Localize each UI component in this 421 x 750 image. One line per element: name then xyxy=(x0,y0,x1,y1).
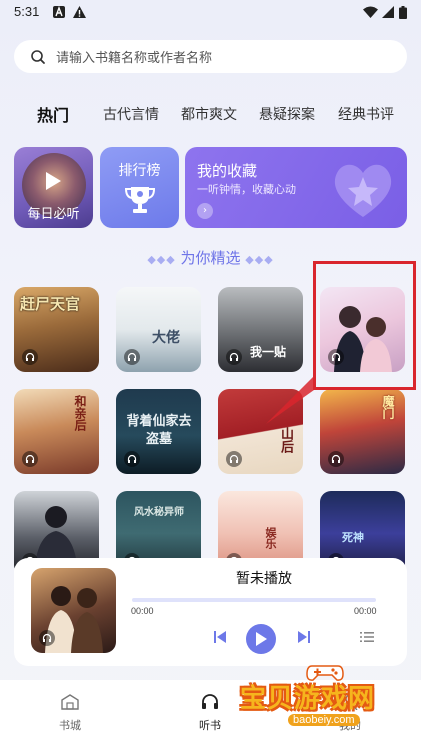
headphones-icon xyxy=(39,630,55,646)
favorites-card[interactable]: 我的收藏 一听钟情，收藏心动 › xyxy=(185,147,407,228)
tab-classic-reviews[interactable]: 经典书评 xyxy=(338,104,394,124)
player-cover[interactable] xyxy=(31,568,116,653)
player-progress-bar[interactable] xyxy=(132,598,376,602)
player-time-current: 00:00 xyxy=(131,606,154,616)
nav-bookstore[interactable]: 书城 xyxy=(40,694,100,733)
player-time-total: 00:00 xyxy=(354,606,377,616)
daily-listen-card[interactable]: 每日必听 xyxy=(14,147,93,228)
book-cover[interactable]: 我一贴 xyxy=(218,287,303,372)
wifi-icon xyxy=(363,6,378,18)
headphones-icon xyxy=(226,451,242,467)
section-title: ◆◆◆ 为你精选 ◆◆◆ xyxy=(0,247,421,268)
tab-hot[interactable]: 热门 xyxy=(37,102,69,126)
headphones-icon xyxy=(202,694,218,709)
book-cover[interactable]: 大佬 xyxy=(116,287,201,372)
book-cover-title: 死神 xyxy=(342,531,364,544)
daily-listen-label: 每日必听 xyxy=(27,207,80,222)
heart-star-decoration-icon xyxy=(334,164,392,217)
book-cover-title: 魔门 xyxy=(381,395,395,419)
search-bar[interactable]: 请输入书籍名称或作者名称 xyxy=(14,40,407,73)
favorites-title: 我的收藏 xyxy=(197,162,258,180)
book-cover-title: 风水秘异师 xyxy=(134,507,184,518)
tab-mystery[interactable]: 悬疑探案 xyxy=(259,104,315,124)
watermark-text: 宝贝游戏网 xyxy=(240,684,376,714)
headphones-icon xyxy=(226,349,242,365)
nav-listen[interactable]: 听书 xyxy=(180,694,240,733)
book-cover-title: 大佬 xyxy=(152,330,180,346)
headphones-icon xyxy=(328,451,344,467)
tab-urban[interactable]: 都市爽文 xyxy=(181,104,237,124)
headphones-icon xyxy=(22,349,38,365)
book-cover[interactable]: 山后 xyxy=(218,389,303,474)
search-placeholder: 请输入书籍名称或作者名称 xyxy=(56,51,213,66)
book-cover-title: 和亲后 xyxy=(73,395,87,431)
play-icon xyxy=(46,172,61,190)
arrow-right-icon[interactable]: › xyxy=(197,203,213,219)
book-cover[interactable]: 赶尸天官 xyxy=(14,287,99,372)
previous-track-icon[interactable] xyxy=(213,630,227,644)
notification-a-icon xyxy=(53,6,65,18)
signal-icon xyxy=(382,6,394,18)
ranking-card[interactable]: 排行榜 xyxy=(100,147,179,228)
book-cover[interactable]: 魔门 xyxy=(320,389,405,474)
status-bar: 5:31 xyxy=(0,0,421,26)
tab-ancient-romance[interactable]: 古代言情 xyxy=(103,104,159,124)
book-cover-title: 赶尸天官 xyxy=(20,295,81,313)
bookstore-icon xyxy=(61,694,79,710)
trophy-icon xyxy=(124,187,156,213)
book-cover-title: 娱乐 xyxy=(264,527,277,549)
book-cover[interactable]: 和亲后 xyxy=(14,389,99,474)
book-cover[interactable]: 背着仙家去盗墓 xyxy=(116,389,201,474)
player-title: 暂未播放 xyxy=(236,571,292,587)
section-title-text: 为你精选 xyxy=(180,249,241,267)
headphones-icon xyxy=(328,349,344,365)
nav-bookstore-label: 书城 xyxy=(59,719,81,732)
watermark-logo: 宝贝游戏网 baobeiy.com xyxy=(240,665,410,734)
diamond-decoration-icon: ◆◆◆ xyxy=(245,253,274,266)
battery-icon xyxy=(399,6,407,19)
headphones-icon xyxy=(124,349,140,365)
mini-player[interactable]: 暂未播放 00:00 00:00 xyxy=(14,558,407,666)
book-cover[interactable] xyxy=(320,287,405,372)
favorites-subtitle: 一听钟情，收藏心动 xyxy=(197,183,296,196)
book-cover-title: 山后 xyxy=(278,427,293,453)
watermark-url: baobeiy.com xyxy=(288,714,360,726)
playlist-icon[interactable] xyxy=(360,631,374,643)
category-tabs: 热门 古代言情 都市爽文 悬疑探案 经典书评 xyxy=(0,102,421,126)
headphones-icon xyxy=(124,451,140,467)
nav-listen-label: 听书 xyxy=(199,719,221,732)
diamond-decoration-icon: ◆◆◆ xyxy=(147,253,176,266)
play-button[interactable] xyxy=(246,624,276,654)
warning-icon xyxy=(73,6,86,18)
play-icon xyxy=(256,632,267,646)
next-track-icon[interactable] xyxy=(297,630,311,644)
book-cover-title: 我一贴 xyxy=(250,345,287,359)
book-cover-title: 背着仙家去盗墓 xyxy=(126,414,192,447)
ranking-label: 排行榜 xyxy=(118,163,161,179)
status-time: 5:31 xyxy=(14,4,40,19)
search-icon xyxy=(31,49,45,64)
headphones-icon xyxy=(22,451,38,467)
